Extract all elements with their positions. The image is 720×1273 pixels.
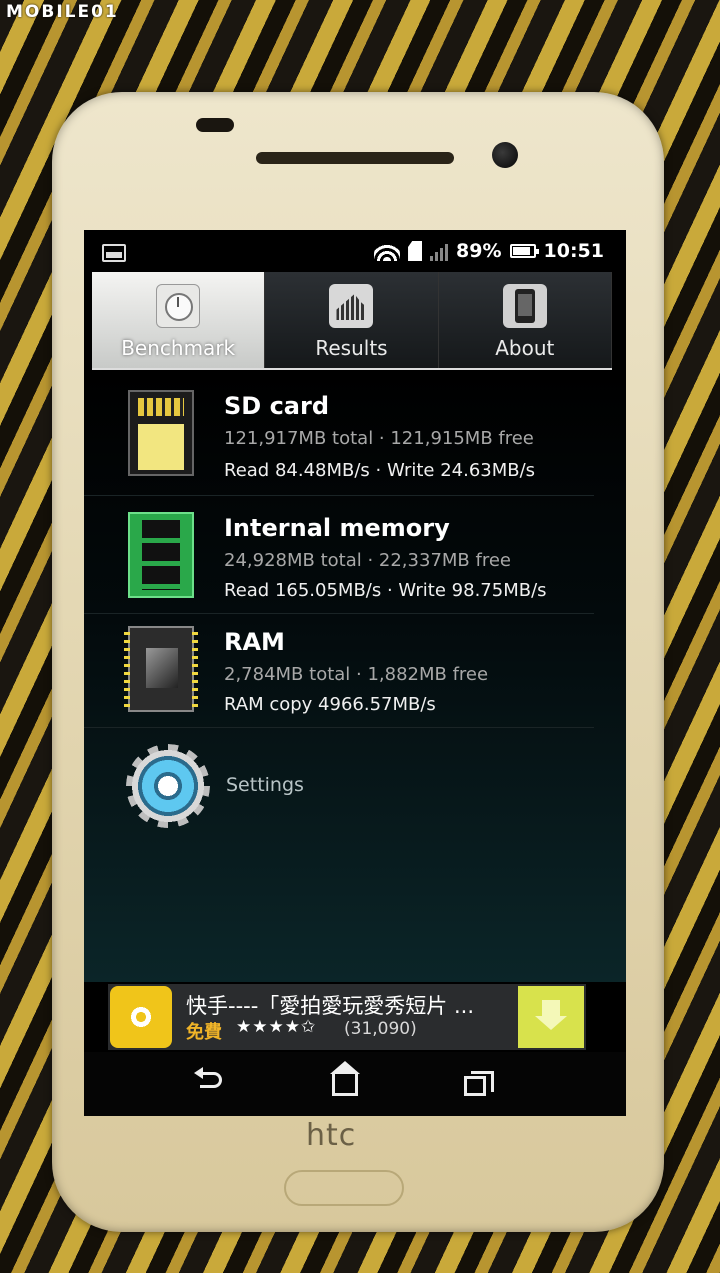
tab-about[interactable]: About: [438, 272, 612, 368]
recent-apps-icon[interactable]: [464, 1071, 494, 1096]
list-item-ram[interactable]: RAM 2,784MB total · 1,882MB free RAM cop…: [84, 614, 594, 728]
item-speed: Read 165.05MB/s · Write 98.75MB/s: [224, 580, 547, 601]
item-capacity: 2,784MB total · 1,882MB free: [224, 664, 489, 685]
rating-count: (31,090): [344, 1019, 417, 1039]
front-camera: [492, 142, 518, 168]
bar-chart-icon: [329, 284, 374, 328]
proximity-sensor: [196, 118, 234, 132]
watermark: MOBILE01: [6, 2, 119, 22]
item-title: SD card: [224, 392, 329, 420]
back-icon[interactable]: [194, 1067, 222, 1088]
tab-results[interactable]: Results: [265, 272, 439, 368]
wifi-icon: [374, 241, 401, 261]
memory-chip-icon: [128, 512, 194, 598]
sd-card-status-icon: [408, 241, 423, 261]
ram-chip-icon: [128, 626, 194, 712]
screenshot-notification-icon: [102, 244, 126, 262]
battery-percent: 89%: [456, 240, 502, 262]
tab-benchmark[interactable]: Benchmark: [92, 272, 266, 368]
ad-title: 快手----「愛拍愛玩愛秀短片 ...: [186, 994, 475, 1018]
brand-logo: htc: [306, 1118, 357, 1153]
navigation-bar: [84, 1052, 626, 1116]
item-speed: RAM copy 4966.57MB/s: [224, 694, 436, 715]
signal-icon: [430, 241, 449, 261]
tab-underline: [92, 368, 612, 370]
tab-label: Results: [315, 336, 388, 360]
tab-label: About: [495, 336, 555, 360]
item-capacity: 24,928MB total · 22,337MB free: [224, 550, 511, 571]
storage-list: SD card 121,917MB total · 121,915MB free…: [84, 372, 626, 982]
battery-icon: [509, 244, 539, 258]
clock-icon: [156, 284, 201, 328]
list-item-internal-memory[interactable]: Internal memory 24,928MB total · 22,337M…: [84, 496, 594, 614]
status-bar: 89% 10:51: [84, 230, 626, 270]
ad-banner[interactable]: 快手----「愛拍愛玩愛秀短片 ... 免費 ★★★★✩ (31,090): [108, 984, 586, 1050]
app-icon: [110, 986, 172, 1048]
star-rating: ★★★★✩: [236, 1017, 317, 1037]
item-title: Internal memory: [224, 514, 450, 542]
list-item-sd-card[interactable]: SD card 121,917MB total · 121,915MB free…: [84, 372, 594, 496]
screen: 89% 10:51 Benchmark Results About SD car…: [84, 230, 626, 1116]
earpiece-speaker: [256, 152, 454, 164]
home-icon[interactable]: [330, 1061, 360, 1096]
download-button[interactable]: [518, 986, 584, 1048]
clock: 10:51: [543, 240, 604, 262]
status-icons: 89% 10:51: [374, 240, 604, 262]
sd-card-icon: [128, 390, 194, 476]
item-speed: Read 84.48MB/s · Write 24.63MB/s: [224, 460, 536, 481]
fingerprint-home-key[interactable]: [284, 1170, 404, 1206]
tab-label: Benchmark: [121, 336, 236, 360]
item-capacity: 121,917MB total · 121,915MB free: [224, 428, 534, 449]
item-title: RAM: [224, 628, 285, 656]
tab-bar: Benchmark Results About: [92, 272, 612, 368]
settings-button[interactable]: Settings: [226, 774, 304, 796]
phone-icon: [502, 284, 547, 328]
gear-icon-center: [126, 744, 210, 828]
ad-price: 免費: [186, 1022, 222, 1043]
